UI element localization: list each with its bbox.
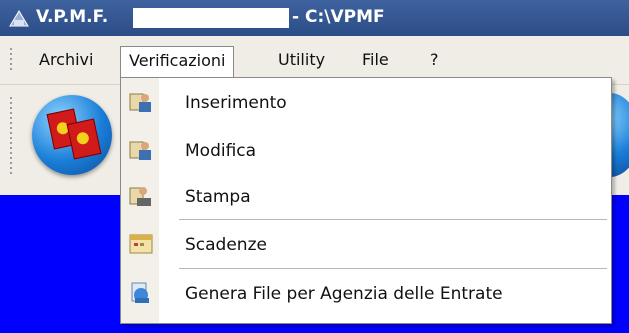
menu-separator — [179, 268, 607, 269]
title-bar: V.P.M.F. - C:\VPMF — [0, 0, 629, 36]
app-icon — [9, 10, 29, 27]
menu-utility-label: Utility — [278, 50, 326, 69]
menu-item-label: Stampa — [185, 187, 251, 207]
toolbar-grip[interactable] — [10, 97, 12, 177]
export-file-icon — [131, 282, 149, 303]
user-print-icon — [129, 187, 151, 206]
archivi-toolbar-button[interactable] — [32, 95, 112, 175]
menu-archivi-label: Archivi — [39, 50, 94, 69]
user-add-icon — [129, 93, 151, 112]
menu-separator — [179, 219, 607, 220]
menu-item-label: Genera File per Agenzia delle Entrate — [185, 284, 503, 304]
menu-file[interactable]: File — [354, 46, 397, 74]
menu-item-modifica[interactable]: Modifica — [121, 128, 611, 174]
menu-item-inserimento[interactable]: Inserimento — [121, 80, 611, 126]
redacted-title-block — [133, 8, 289, 28]
menu-item-label: Inserimento — [185, 93, 287, 113]
calendar-icon — [129, 234, 153, 254]
verificazioni-dropdown-menu: Inserimento Modifica Stampa Scadenze Gen… — [120, 77, 612, 324]
menu-verificazioni-label: Verificazioni — [129, 51, 226, 70]
menu-help[interactable]: ? — [422, 46, 447, 74]
menu-help-label: ? — [430, 50, 439, 69]
menu-item-scadenze[interactable]: Scadenze — [121, 222, 611, 268]
menu-item-label: Modifica — [185, 141, 257, 161]
window-title-prefix: V.P.M.F. — [36, 7, 109, 27]
window-title-suffix: - C:\VPMF — [292, 7, 385, 27]
menu-item-genera-file[interactable]: Genera File per Agenzia delle Entrate — [121, 271, 611, 317]
menu-archivi[interactable]: Archivi — [31, 46, 101, 74]
menu-file-label: File — [362, 50, 389, 69]
menubar-grip[interactable] — [10, 48, 12, 72]
archive-box-icon — [66, 118, 102, 160]
menu-utility[interactable]: Utility — [270, 46, 333, 74]
menu-item-stampa[interactable]: Stampa — [121, 174, 611, 220]
user-edit-icon — [129, 141, 151, 160]
menu-item-label: Scadenze — [185, 235, 267, 255]
